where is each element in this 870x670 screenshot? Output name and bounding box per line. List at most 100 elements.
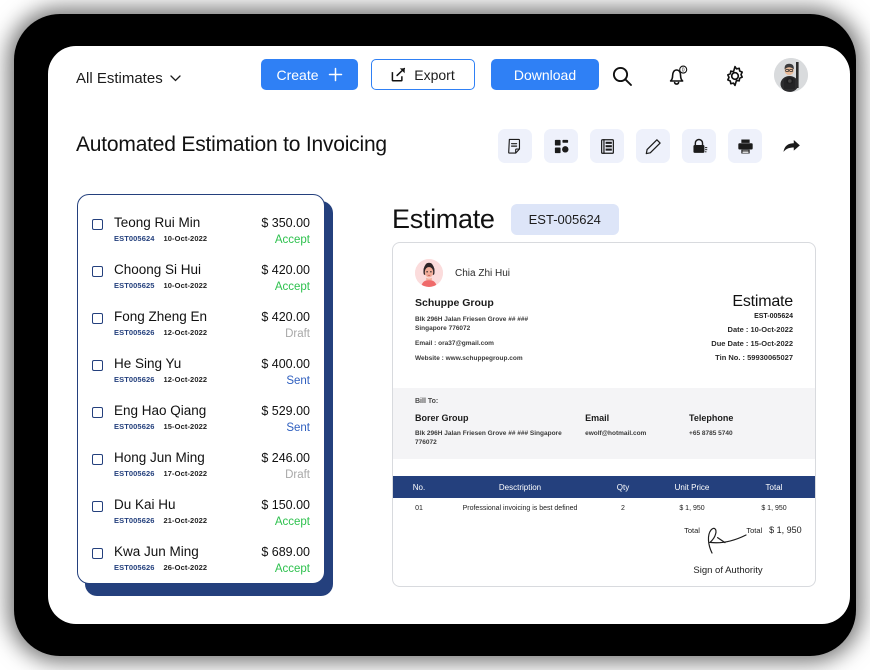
- list-item[interactable]: Kwa Jun Ming EST005626 26-Oct-2022 $ 689…: [92, 536, 310, 583]
- row-checkbox[interactable]: [92, 313, 103, 324]
- sender-website: Website : www.schuppegroup.com: [415, 355, 523, 362]
- estimate-amount: $ 689.00: [261, 545, 310, 559]
- estimate-date: 12-Oct-2022: [163, 375, 208, 384]
- list-item[interactable]: Teong Rui Min EST005624 10-Oct-2022 $ 35…: [92, 207, 310, 254]
- list-view-icon[interactable]: [590, 129, 624, 163]
- signature-label: Sign of Authority: [693, 565, 763, 576]
- status-badge: Sent: [286, 422, 310, 434]
- author-avatar: [415, 259, 443, 287]
- status-badge: Accept: [274, 234, 310, 246]
- notification-badge-count: 0: [682, 67, 685, 73]
- create-button[interactable]: Create: [261, 59, 358, 90]
- estimate-amount: $ 150.00: [261, 498, 310, 512]
- status-badge: Accept: [274, 281, 310, 293]
- estimate-date: 15-Oct-2022: [163, 422, 208, 431]
- document-due-date: Due Date : 15-Oct-2022: [711, 339, 793, 348]
- share-arrow-icon[interactable]: [774, 129, 808, 163]
- edit-pencil-icon[interactable]: [636, 129, 670, 163]
- download-button[interactable]: Download: [491, 59, 599, 90]
- search-icon[interactable]: [610, 64, 634, 88]
- signature-mark-icon: [707, 527, 747, 554]
- line-item-total: $ 1, 950: [761, 505, 787, 512]
- estimate-amount: $ 400.00: [261, 357, 310, 371]
- estimate-date: 10-Oct-2022: [163, 234, 208, 243]
- estimate-id: EST005626: [114, 375, 155, 384]
- row-checkbox[interactable]: [92, 266, 103, 277]
- estimate-number-badge: EST-005624: [510, 204, 619, 235]
- document-sender-block: Schuppe Group Blk 296H Jalan Friesen Gro…: [415, 297, 625, 363]
- document-number: EST-005624: [754, 313, 793, 320]
- estimate-date: 26-Oct-2022: [163, 563, 208, 572]
- lock-secure-icon[interactable]: [682, 129, 716, 163]
- app-screen: All Estimates Create Export Download 0 A…: [48, 46, 850, 624]
- bill-to-email-value: ewolf@hotmail.com: [585, 430, 647, 437]
- estimate-document-preview[interactable]: Chia Zhi Hui Schuppe Group Blk 296H Jala…: [392, 242, 816, 587]
- document-author: Chia Zhi Hui: [415, 259, 510, 287]
- export-button[interactable]: Export: [371, 59, 475, 90]
- page-title: Automated Estimation to Invoicing: [76, 133, 387, 156]
- document-toolbar: [498, 129, 808, 163]
- client-name: Du Kai Hu: [114, 497, 176, 512]
- estimate-id: EST005624: [114, 234, 155, 243]
- estimate-amount: $ 420.00: [261, 263, 310, 277]
- list-item[interactable]: Hong Jun Ming EST005626 17-Oct-2022 $ 24…: [92, 442, 310, 489]
- print-icon[interactable]: [728, 129, 762, 163]
- estimate-date: 12-Oct-2022: [163, 328, 208, 337]
- estimate-amount: $ 529.00: [261, 404, 310, 418]
- chevron-down-icon: [170, 75, 181, 82]
- estimate-amount: $ 246.00: [261, 451, 310, 465]
- list-item[interactable]: Fong Zheng En EST005626 12-Oct-2022 $ 42…: [92, 301, 310, 348]
- sender-address-line1: Blk 296H Jalan Friesen Grove ## ###: [415, 316, 529, 323]
- download-label: Download: [513, 66, 577, 83]
- estimate-date: 21-Oct-2022: [163, 516, 208, 525]
- settings-gear-icon[interactable]: [723, 64, 747, 88]
- client-name: He Sing Yu: [114, 356, 182, 371]
- all-estimates-label: All Estimates: [76, 70, 163, 87]
- note-document-icon[interactable]: [498, 129, 532, 163]
- estimate-id: EST005626: [114, 422, 155, 431]
- line-item-unit-price: $ 1, 950: [679, 505, 705, 512]
- list-item[interactable]: Eng Hao Qiang EST005626 15-Oct-2022 $ 52…: [92, 395, 310, 442]
- author-name: Chia Zhi Hui: [455, 267, 511, 279]
- bill-to-email-label: Email: [585, 413, 610, 423]
- dashboard-grid-icon[interactable]: [544, 129, 578, 163]
- column-header-total: Total: [765, 482, 783, 492]
- column-header-qty: Qty: [616, 482, 630, 492]
- client-name: Choong Si Hui: [114, 262, 202, 277]
- export-label: Export: [414, 66, 455, 83]
- estimate-heading: Estimate: [392, 204, 495, 234]
- top-bar: All Estimates Create Export Download 0: [48, 46, 850, 118]
- estimate-amount: $ 420.00: [261, 310, 310, 324]
- device-frame: All Estimates Create Export Download 0 A…: [14, 14, 856, 656]
- plus-icon: [328, 67, 342, 82]
- list-item[interactable]: Du Kai Hu EST005626 21-Oct-2022 $ 150.00…: [92, 489, 310, 536]
- list-item[interactable]: He Sing Yu EST005626 12-Oct-2022 $ 400.0…: [92, 348, 310, 395]
- status-badge: Draft: [285, 328, 310, 340]
- bill-to-company: Borer Group: [415, 413, 469, 423]
- row-checkbox[interactable]: [92, 454, 103, 465]
- client-name: Kwa Jun Ming: [114, 544, 199, 559]
- column-header-no: No.: [412, 482, 426, 492]
- line-item-no: 01: [415, 505, 423, 512]
- list-item[interactable]: Choong Si Hui EST005625 10-Oct-2022 $ 42…: [92, 254, 310, 301]
- client-name: Fong Zheng En: [114, 309, 208, 324]
- user-avatar[interactable]: [774, 58, 808, 92]
- estimate-date: 10-Oct-2022: [163, 281, 208, 290]
- bill-to-telephone-label: Telephone: [689, 413, 734, 423]
- all-estimates-dropdown[interactable]: All Estimates: [76, 70, 181, 87]
- status-badge: Accept: [274, 563, 310, 575]
- estimate-panel-header: Estimate EST-005624: [392, 204, 619, 235]
- client-name: Hong Jun Ming: [114, 450, 205, 465]
- line-item-description: Professional invoicing is best defined: [462, 505, 578, 512]
- row-checkbox[interactable]: [92, 501, 103, 512]
- column-header-unit-price: Unit Price: [674, 482, 710, 492]
- document-tin-number: Tin No. : 59930065027: [715, 353, 793, 362]
- row-checkbox[interactable]: [92, 548, 103, 559]
- row-checkbox[interactable]: [92, 407, 103, 418]
- status-badge: Sent: [286, 375, 310, 387]
- line-item-qty: 2: [621, 505, 625, 512]
- notification-bell-icon[interactable]: 0: [665, 64, 689, 88]
- estimate-id: EST005626: [114, 469, 155, 478]
- row-checkbox[interactable]: [92, 360, 103, 371]
- row-checkbox[interactable]: [92, 219, 103, 230]
